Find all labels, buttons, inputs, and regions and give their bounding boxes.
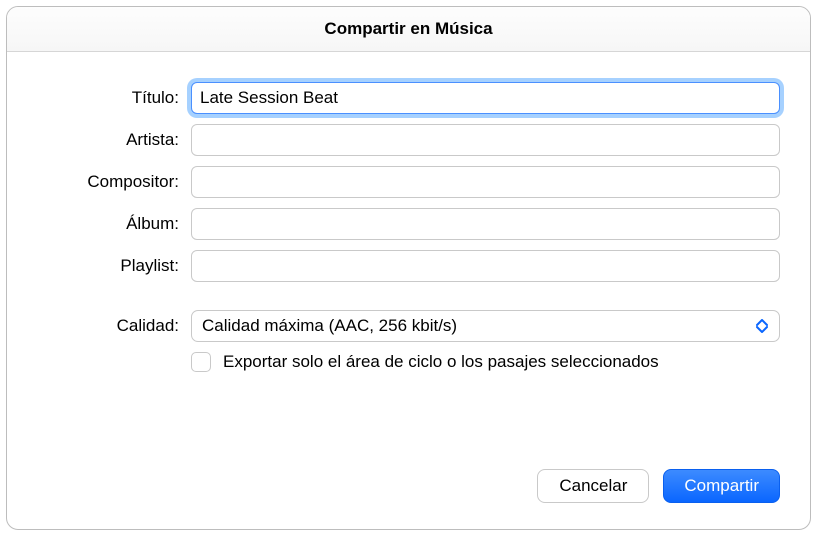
label-composer: Compositor: (37, 172, 191, 192)
artist-input[interactable] (191, 124, 780, 156)
title-input[interactable] (191, 82, 780, 114)
share-button[interactable]: Compartir (663, 469, 780, 503)
dialog-content: Título: Artista: Compositor: Álbum: Play (7, 52, 810, 469)
label-title: Título: (37, 88, 191, 108)
share-to-music-dialog: Compartir en Música Título: Artista: Com… (6, 6, 811, 530)
label-playlist: Playlist: (37, 256, 191, 276)
composer-input[interactable] (191, 166, 780, 198)
cancel-button[interactable]: Cancelar (537, 469, 649, 503)
export-cycle-label: Exportar solo el área de ciclo o los pas… (223, 352, 659, 372)
titlebar: Compartir en Música (7, 7, 810, 52)
quality-selected-value: Calidad máxima (AAC, 256 kbit/s) (202, 316, 457, 336)
album-input[interactable] (191, 208, 780, 240)
quality-select[interactable]: Calidad máxima (AAC, 256 kbit/s) (191, 310, 780, 342)
playlist-input[interactable] (191, 250, 780, 282)
label-quality: Calidad: (37, 316, 191, 336)
dialog-footer: Cancelar Compartir (7, 469, 810, 529)
chevron-up-down-icon (751, 314, 773, 338)
export-cycle-checkbox[interactable] (191, 352, 211, 372)
label-album: Álbum: (37, 214, 191, 234)
window-title: Compartir en Música (324, 19, 492, 39)
label-artist: Artista: (37, 130, 191, 150)
